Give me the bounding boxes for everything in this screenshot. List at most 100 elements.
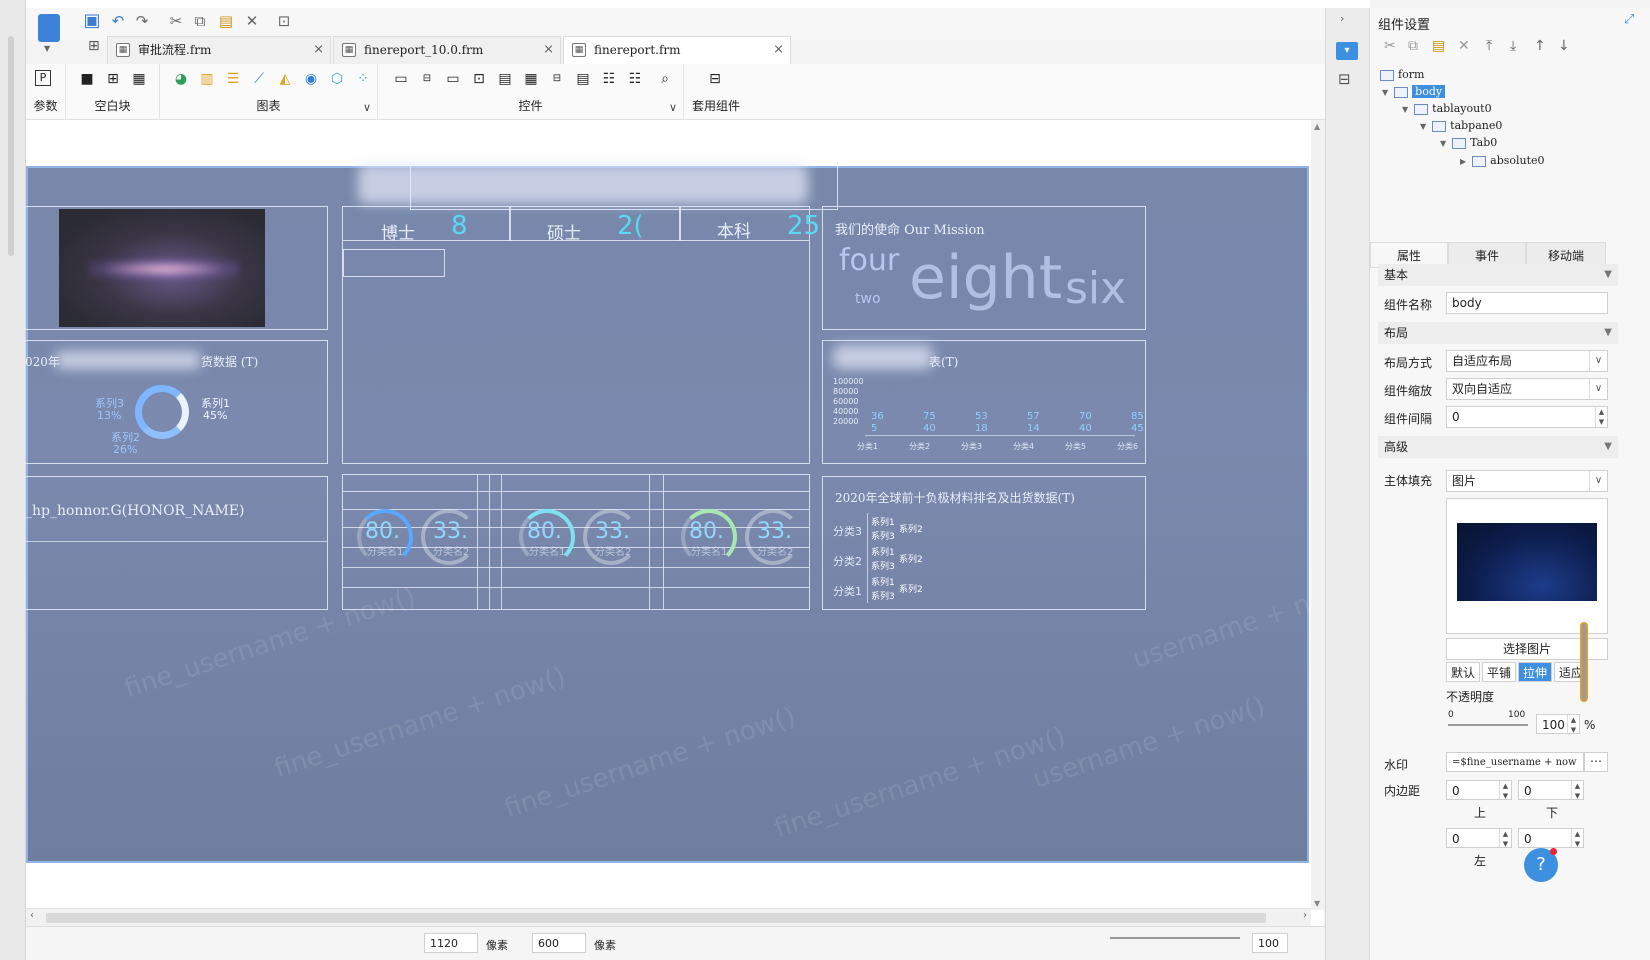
canvas-width-input[interactable]: 1120	[424, 933, 478, 953]
section-layout[interactable]: 布局 ▼	[1378, 322, 1618, 344]
padding-right-input[interactable]: 0 ▲ ▼	[1518, 828, 1584, 848]
gauge-chart-icon[interactable]: ◉	[300, 68, 322, 90]
zoom-slider[interactable]	[1110, 937, 1240, 939]
delete-icon[interactable]: ✕	[1458, 38, 1470, 54]
fill-image-preview[interactable]	[1446, 498, 1608, 634]
tree-node-body[interactable]: ▼ body	[1382, 85, 1446, 98]
pie-chart-icon[interactable]: ◕	[170, 68, 192, 90]
close-icon[interactable]: ×	[543, 37, 554, 63]
padding-bottom-input[interactable]: 0 ▲ ▼	[1518, 780, 1584, 800]
paste-icon[interactable]: ▤	[216, 11, 236, 31]
delete-icon[interactable]: ✕	[242, 11, 262, 31]
gauge-table-panel[interactable]: 80. 33. 分类名1 分类名2 80. 33. 分类名1 分类名2 80. 33. 分类名1 分类…	[342, 474, 810, 610]
hbar-chart-icon[interactable]: ☰	[222, 68, 244, 90]
stepper-icon[interactable]: ▲ ▼	[1567, 715, 1579, 733]
section-basic[interactable]: 基本 ▼	[1378, 264, 1618, 286]
move-up-icon[interactable]: ↑	[1534, 38, 1546, 54]
donut-panel[interactable]: 020年 货数据 (T) 系列3 13% 系列1 45% 系列2 26%	[24, 340, 328, 464]
radar-chart-icon[interactable]: ⬡	[326, 68, 348, 90]
close-icon[interactable]: ×	[313, 37, 324, 63]
stepper-icon[interactable]: ▲ ▼	[1571, 829, 1583, 847]
copy-icon[interactable]: ⧉	[190, 11, 210, 31]
stepper-icon[interactable]: ▲ ▼	[1499, 829, 1511, 847]
bar-chart-panel[interactable]: 表(T) 100000 80000 60000 40000 20000 36 5 分类1 75…	[822, 340, 1146, 464]
panel-scroll-thumb[interactable]	[1580, 622, 1588, 702]
undo-icon[interactable]: ↶	[108, 11, 128, 31]
label-control-icon[interactable]: ▭	[390, 68, 412, 90]
tab-file-1[interactable]: ▦ 审批流程.frm ×	[107, 36, 331, 64]
stepper-icon[interactable]: ▲ ▼	[1499, 781, 1511, 799]
text-control-icon[interactable]: ⊟	[416, 68, 438, 90]
layout-mode-select[interactable]: 自适应布局 ∨	[1446, 350, 1608, 372]
opacity-slider[interactable]	[1448, 724, 1528, 726]
save-icon[interactable]: ▣	[82, 11, 102, 31]
close-icon[interactable]: ×	[773, 37, 784, 63]
scroll-left-icon[interactable]: ‹	[30, 910, 34, 921]
tab-file-2[interactable]: ▦ finereport_10.0.frm ×	[333, 36, 561, 64]
scroll-up-icon[interactable]: ▲	[1314, 122, 1320, 131]
bar-chart-icon[interactable]: ▥	[196, 68, 218, 90]
fit-option-1[interactable]: 平铺	[1482, 662, 1516, 682]
honor-panel[interactable]: _hp_honnor.G(HONOR_NAME)	[24, 476, 328, 610]
expand-icon[interactable]: ▼	[1402, 105, 1408, 114]
mission-panel[interactable]: 我们的使命 Our Mission four two eight six	[822, 206, 1146, 330]
gap-input[interactable]: 0 ▲ ▼	[1446, 406, 1608, 428]
checkbox-group-icon[interactable]: ☷	[624, 68, 646, 90]
stepper-icon[interactable]: ▲ ▼	[1571, 781, 1583, 799]
pin-icon[interactable]: ⤢	[1624, 12, 1634, 27]
input-control-icon[interactable]: ▭	[442, 68, 464, 90]
tree-node-tab[interactable]: ▼ Tab0	[1440, 136, 1497, 149]
edu-panel[interactable]: 博士 8 硕士 2( 本科 25	[342, 206, 820, 464]
query-button-icon[interactable]: ⌕	[654, 68, 676, 90]
tree-node-tablayout[interactable]: ▼ tablayout0	[1402, 102, 1492, 115]
number-control-icon[interactable]: ⊟	[546, 68, 568, 90]
expand-icon[interactable]: ▼	[1382, 88, 1388, 97]
grid-block-icon[interactable]: ▦	[128, 68, 150, 90]
template-component-icon[interactable]: ⊟	[704, 68, 726, 90]
design-body[interactable]: fine_username + now() fine_username + no…	[24, 162, 1369, 863]
h-scroll-thumb[interactable]	[46, 913, 1266, 923]
scatter-chart-icon[interactable]: ⁘	[352, 68, 374, 90]
move-down-icon[interactable]: ↓	[1558, 38, 1570, 54]
zoom-input[interactable]: 100	[1252, 933, 1288, 953]
cut-icon[interactable]: ✂	[166, 11, 186, 31]
left-scroll-thumb[interactable]	[8, 36, 14, 256]
logo-dropdown-icon[interactable]: ▼	[44, 44, 50, 53]
canvas-horizontal-scrollbar[interactable]: ‹ ›	[26, 908, 1311, 926]
collapse-arrow-icon[interactable]: ▶	[1460, 157, 1466, 166]
stepper-icon[interactable]: ▲ ▼	[1595, 407, 1607, 427]
tree-node-tabpane[interactable]: ▼ tabpane0	[1420, 119, 1502, 132]
calendar-control-icon[interactable]: ▦	[520, 68, 542, 90]
copy-icon[interactable]: ⧉	[1408, 38, 1418, 54]
section-advanced[interactable]: 高级 ▼	[1378, 436, 1618, 458]
tree-node-form[interactable]: form	[1380, 68, 1424, 81]
scroll-right-icon[interactable]: ›	[1303, 910, 1307, 921]
cut-icon[interactable]: ✂	[1384, 38, 1396, 54]
scale-select[interactable]: 双向自适应 ∨	[1446, 378, 1608, 400]
move-bottom-icon[interactable]: ⤓	[1510, 38, 1516, 54]
padding-left-input[interactable]: 0 ▲ ▼	[1446, 828, 1512, 848]
opacity-input[interactable]: 100 ▲ ▼	[1536, 714, 1580, 734]
component-settings-icon[interactable]: ▾	[1336, 42, 1358, 60]
padding-top-input[interactable]: 0 ▲ ▼	[1446, 780, 1512, 800]
image-panel[interactable]	[24, 206, 328, 330]
area-chart-icon[interactable]: ◭	[274, 68, 296, 90]
expand-icon[interactable]: ▼	[1420, 122, 1426, 131]
preview-icon[interactable]: ⊡	[274, 11, 294, 31]
date-control-icon[interactable]: ▤	[494, 68, 516, 90]
rank-panel[interactable]: 2020年全球前十负极材料排名及出货数据(T) 分类3 系列1 系列3 系列2 分类2 系…	[822, 476, 1146, 610]
fit-option-2[interactable]: 拉伸	[1518, 662, 1552, 682]
line-chart-icon[interactable]: ⟋	[248, 68, 270, 90]
chart-more-chevron-icon[interactable]: ∨	[363, 101, 371, 114]
tab-file-3[interactable]: ▦ finereport.frm ×	[563, 36, 791, 64]
watermark-input[interactable]: =$fine_username + now	[1446, 752, 1584, 772]
radio-group-icon[interactable]: ☷	[598, 68, 620, 90]
fit-option-0[interactable]: 默认	[1446, 662, 1480, 682]
scroll-down-icon[interactable]: ▼	[1314, 899, 1320, 908]
split-block-icon[interactable]: ⊞	[102, 68, 124, 90]
paste-icon[interactable]: ▤	[1432, 38, 1445, 54]
layout-list-icon[interactable]: ⊟	[1338, 70, 1351, 88]
canvas-vertical-scrollbar[interactable]: ▲ ▼	[1311, 120, 1325, 910]
block-icon[interactable]: ■	[76, 68, 98, 90]
expand-icon[interactable]: ▼	[1440, 139, 1446, 148]
